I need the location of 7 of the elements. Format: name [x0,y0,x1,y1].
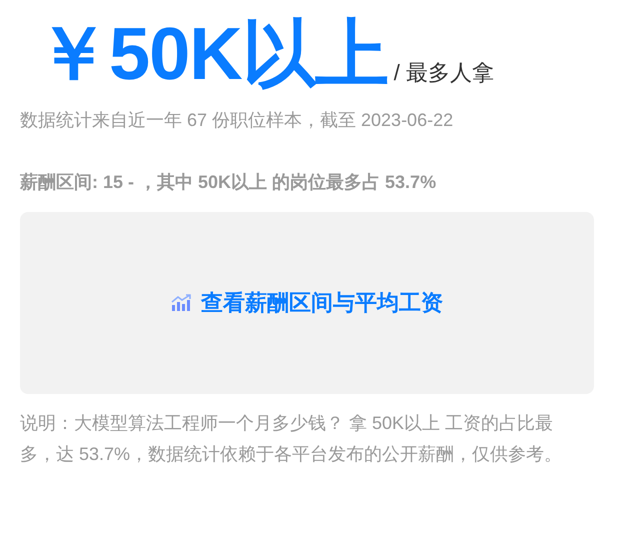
description: 说明：大模型算法工程师一个月多少钱？ 拿 50K以上 工资的占比最多，达 53.7%，数据统计依赖于各平台发布的公开薪酬，仅供参考。 [20,412,564,466]
chart-icon [171,294,193,312]
salary-range-button[interactable]: 查看薪酬区间与平均工资 [20,212,594,394]
salary-amount: ￥50K以上 [36,11,388,97]
range-summary: 薪酬区间: 15 - ，其中 50K以上 的岗位最多占 53.7% [20,171,438,194]
salary-suffix: / 最多人拿 [394,59,494,87]
source-note: 数据统计来自近一年 67 份职位样本，截至 2023-06-22 [20,109,454,132]
